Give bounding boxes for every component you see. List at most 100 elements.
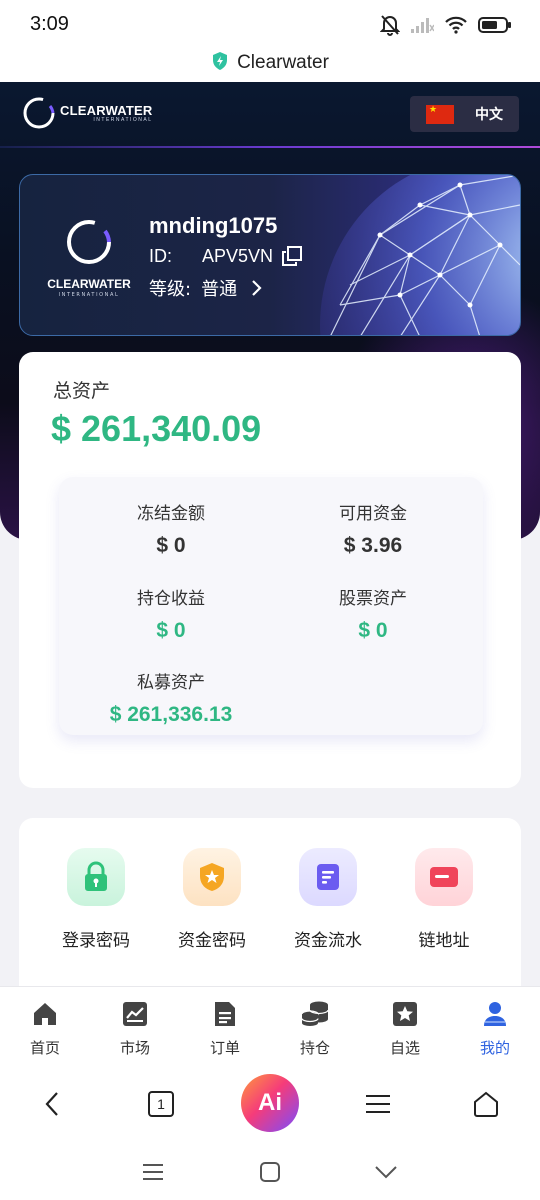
tab-count: 1 [148, 1091, 174, 1117]
shield-star-icon [183, 848, 241, 906]
nav-label: 首页 [29, 1039, 60, 1057]
stat-stock-assets: 股票资产 $ 0 [303, 584, 443, 643]
total-assets-label: 总资产 [53, 380, 111, 402]
brand-ring-icon [67, 220, 111, 264]
tabs-button[interactable]: 1 [141, 1084, 181, 1124]
nav-orders[interactable]: 订单 [195, 999, 255, 1058]
nav-label: 市场 [119, 1039, 150, 1057]
china-flag-icon: ★ [426, 104, 454, 124]
card-brand-name: CLEARWATER [47, 277, 131, 291]
language-selector[interactable]: ★ 中文 [410, 96, 519, 132]
stat-value: $ 261,336.13 [109, 703, 233, 726]
user-id-row: ID: APV5VN [149, 245, 303, 267]
status-icons [379, 14, 512, 40]
home-button[interactable] [466, 1084, 506, 1124]
action-chain-address[interactable]: 链地址 [389, 848, 499, 951]
nav-label: 自选 [389, 1039, 420, 1057]
profile-card: CLEARWATER INTERNATIONAL mnding1075 ID: … [19, 174, 521, 336]
card-logo: CLEARWATER INTERNATIONAL [46, 217, 132, 298]
system-nav [0, 1144, 540, 1200]
signal-icon [410, 16, 435, 38]
nav-label: 我的 [479, 1039, 510, 1057]
square-icon [260, 1162, 280, 1182]
brand-logo: CLEARWATER INTERNATIONAL [22, 96, 153, 130]
tab-count-value: 1 [157, 1096, 165, 1112]
chevron-down-icon [375, 1166, 397, 1179]
browser-toolbar: 1 Ai [0, 1064, 540, 1144]
system-menu-button[interactable] [137, 1156, 169, 1188]
document-icon [195, 999, 255, 1029]
stat-label: 股票资产 [339, 589, 407, 609]
bell-muted-icon [379, 14, 401, 40]
nav-label: 持仓 [299, 1039, 330, 1057]
hamburger-icon [366, 1095, 390, 1113]
chevron-right-icon [251, 279, 263, 297]
user-icon [465, 999, 525, 1029]
menu-icon [143, 1164, 163, 1180]
lock-icon [67, 848, 125, 906]
stat-label: 私募资产 [137, 673, 205, 693]
stat-position-profit: 持仓收益 $ 0 [101, 584, 241, 643]
stat-frozen: 冻结金额 $ 0 [101, 499, 241, 558]
user-level-value: 普通 [201, 279, 238, 300]
total-assets-value: $ 261,340.09 [51, 408, 262, 449]
system-home-button[interactable] [254, 1156, 286, 1188]
quick-actions: 登录密码 资金密码 资金流水 链地址 [19, 818, 521, 988]
document-list-icon [299, 848, 357, 906]
stat-label: 持仓收益 [137, 589, 205, 609]
username: mnding1075 [149, 213, 278, 238]
back-button[interactable] [32, 1084, 72, 1124]
stat-label: 可用资金 [339, 504, 407, 524]
brand-name: CLEARWATER [60, 102, 153, 118]
stat-value: $ 0 [156, 534, 186, 557]
card-icon [415, 848, 473, 906]
system-back-button[interactable] [370, 1156, 402, 1188]
stat-value: $ 3.96 [343, 534, 403, 557]
assets-card: 总资产 $ 261,340.09 冻结金额 $ 0 可用资金 $ 3.96 持仓… [19, 352, 521, 788]
stat-value: $ 0 [156, 619, 186, 642]
action-fund-records[interactable]: 资金流水 [273, 848, 383, 951]
action-label: 链地址 [418, 931, 470, 951]
stat-available: 可用资金 $ 3.96 [303, 499, 443, 558]
stat-label: 冻结金额 [137, 504, 205, 524]
chevron-left-icon [45, 1092, 58, 1116]
stat-private-assets: 私募资产 $ 261,336.13 [89, 668, 253, 727]
nav-label: 订单 [209, 1039, 240, 1057]
card-brand-subtitle: INTERNATIONAL [58, 292, 120, 298]
battery-icon [478, 16, 512, 38]
url-title: Clearwater [237, 52, 329, 73]
url-bar[interactable]: Clearwater [0, 44, 540, 82]
status-bar: 3:09 [0, 0, 540, 50]
star-icon [375, 999, 435, 1029]
menu-button[interactable] [358, 1084, 398, 1124]
ai-label: Ai [258, 1089, 282, 1116]
ai-assistant-button[interactable]: Ai [241, 1074, 299, 1132]
user-id-label: ID: [149, 245, 173, 266]
home-icon [15, 999, 75, 1029]
nav-watchlist[interactable]: 自选 [375, 999, 435, 1058]
user-level-label: 等级: [149, 279, 192, 300]
house-outline-icon [474, 1091, 498, 1117]
chart-icon [105, 999, 165, 1029]
stat-value: $ 0 [358, 619, 388, 642]
language-label: 中文 [475, 107, 503, 123]
globe-graphic [320, 175, 520, 335]
secure-shield-icon [211, 51, 229, 75]
user-id-value: APV5VN [202, 245, 274, 266]
nav-market[interactable]: 市场 [105, 999, 165, 1058]
action-label: 资金密码 [178, 931, 246, 951]
bottom-nav: 首页 市场 订单 持仓 自选 我的 [0, 986, 540, 1064]
action-label: 资金流水 [294, 931, 362, 951]
action-login-password[interactable]: 登录密码 [41, 848, 151, 951]
status-time: 3:09 [30, 13, 69, 35]
nav-profile[interactable]: 我的 [465, 999, 525, 1058]
header-divider [0, 146, 540, 148]
user-level-row[interactable]: 等级: 普通 [149, 275, 263, 301]
action-label: 登录密码 [62, 931, 130, 951]
copy-icon[interactable] [281, 245, 303, 267]
nav-positions[interactable]: 持仓 [285, 999, 345, 1058]
action-fund-password[interactable]: 资金密码 [157, 848, 267, 951]
nav-home[interactable]: 首页 [15, 999, 75, 1058]
wifi-icon [444, 16, 468, 38]
assets-breakdown: 冻结金额 $ 0 可用资金 $ 3.96 持仓收益 $ 0 股票资产 $ 0 私… [59, 477, 483, 735]
